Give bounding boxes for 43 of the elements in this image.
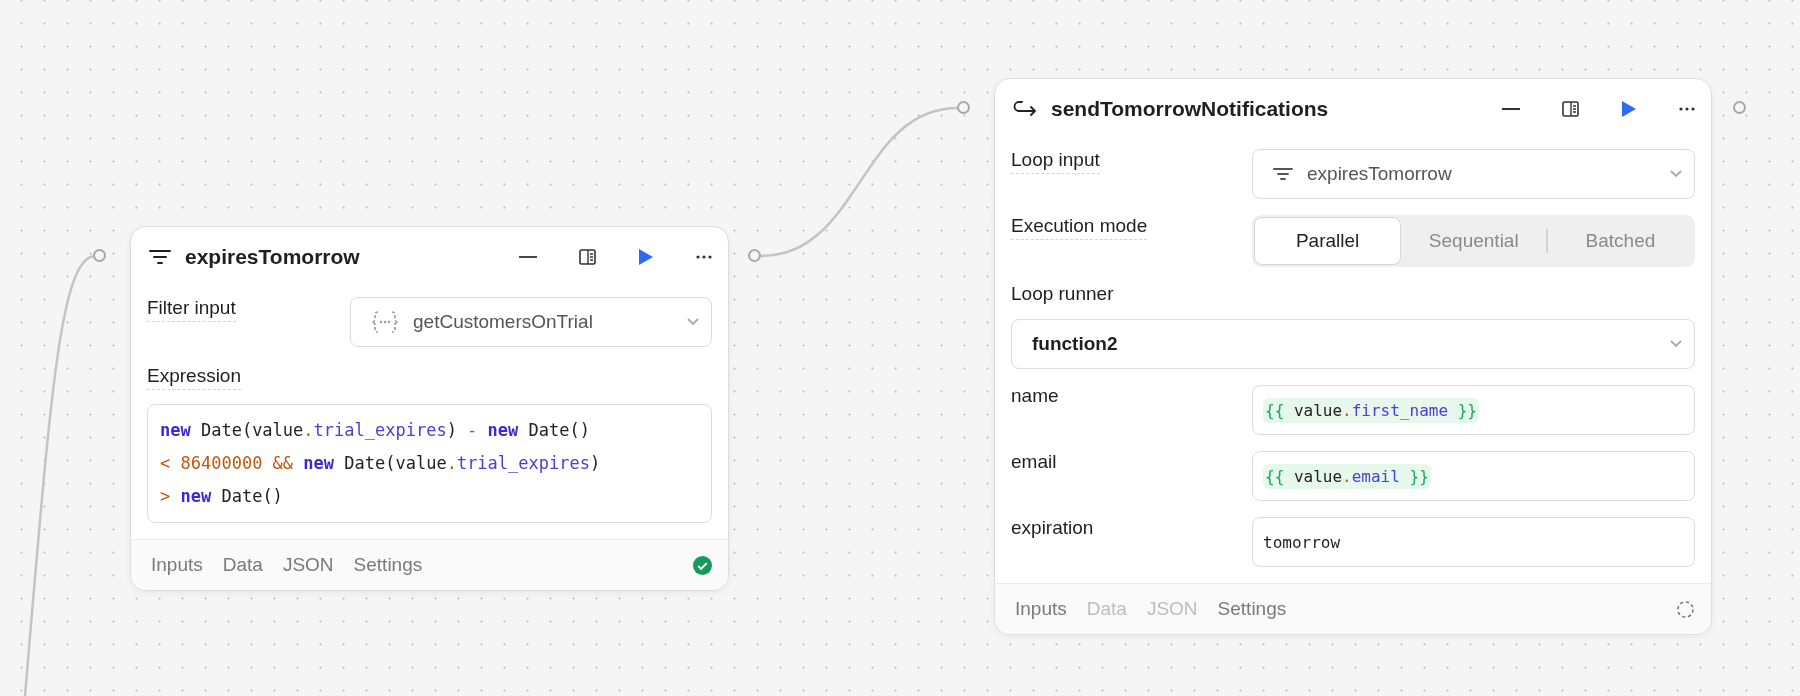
input-field[interactable]: {{ value.email }} [1252, 451, 1695, 501]
footer-tab[interactable]: Inputs [1015, 598, 1067, 620]
more-icon[interactable] [1679, 107, 1695, 111]
panel-icon[interactable] [1562, 101, 1579, 117]
play-icon[interactable] [1621, 100, 1637, 118]
select-field[interactable]: getCustomersOnTrial [350, 297, 712, 347]
field-label: Execution mode [1011, 215, 1148, 240]
more-icon[interactable] [696, 255, 712, 259]
code-editor[interactable]: new Date(value.trial_expires) - new Date() < 86400000 && new Date(value.trial_expires) > new Date() [147, 404, 712, 523]
chevron-down-icon [687, 318, 699, 326]
field-label: expiration [1011, 517, 1094, 539]
filter-icon [149, 249, 171, 265]
input-field[interactable]: tomorrow [1252, 517, 1695, 567]
select-field[interactable]: expiresTomorrow [1252, 149, 1695, 199]
footer-tab[interactable]: Settings [353, 554, 423, 576]
filter-icon [1273, 167, 1293, 181]
node-title: sendTomorrowNotifications [1051, 97, 1330, 121]
minimize-icon[interactable] [519, 255, 537, 259]
minimize-icon[interactable] [1502, 107, 1520, 111]
panel-icon[interactable] [579, 249, 596, 265]
mode-option[interactable]: Batched [1547, 217, 1693, 265]
chevron-down-icon [1670, 170, 1682, 178]
field-label: email [1011, 451, 1057, 473]
mode-option[interactable]: Parallel [1254, 217, 1402, 265]
chevron-down-icon [1670, 340, 1682, 348]
mode-option[interactable]: Sequential [1401, 217, 1547, 265]
check-circle-icon [693, 555, 712, 575]
play-icon[interactable] [638, 248, 654, 266]
node-title: expiresTomorrow [185, 245, 361, 269]
field-label: name [1011, 385, 1059, 407]
input-field[interactable]: {{ value.first_name }} [1252, 385, 1695, 435]
field-label: Filter input [147, 297, 236, 322]
footer-tab[interactable]: Inputs [151, 554, 203, 576]
select-field[interactable]: function2 [1011, 319, 1695, 369]
footer-tab[interactable]: Settings [1217, 598, 1287, 620]
loop-arrow-icon [1013, 99, 1037, 119]
field-label: Loop input [1011, 149, 1100, 174]
footer-tab[interactable]: Data [222, 554, 263, 576]
braces-icon [371, 310, 399, 334]
field-label: Expression [147, 365, 241, 390]
dashed-circle-icon [1676, 599, 1695, 619]
field-label: Loop runner [1011, 283, 1114, 305]
footer-tab[interactable]: JSON [282, 554, 334, 576]
